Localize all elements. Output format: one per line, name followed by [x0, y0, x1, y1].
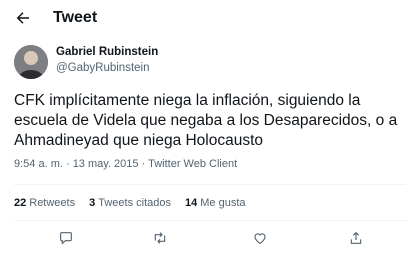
likes-stat[interactable]: 14 Me gusta	[185, 197, 246, 209]
arrow-left-icon	[16, 12, 29, 24]
retweet-icon	[154, 232, 166, 244]
quotes-label: Tweets citados	[98, 197, 171, 209]
comment-icon	[60, 232, 72, 245]
likes-label: Me gusta	[200, 197, 246, 209]
like-button[interactable]	[250, 228, 270, 248]
author-name[interactable]: Gabriel Rubinstein	[56, 46, 158, 58]
quotes-stat[interactable]: 3 Tweets citados	[89, 197, 171, 209]
author-handle[interactable]: @GabyRubinstein	[56, 62, 150, 74]
tweet-header: Tweet	[0, 0, 420, 36]
share-icon	[350, 232, 362, 244]
retweets-stat[interactable]: 22 Retweets	[14, 197, 75, 209]
page-title: Tweet	[53, 9, 98, 26]
reply-button[interactable]	[56, 228, 76, 248]
back-button[interactable]	[14, 9, 32, 27]
divider	[14, 184, 406, 185]
share-button[interactable]	[346, 228, 366, 248]
heart-icon	[254, 233, 266, 244]
avatar[interactable]	[14, 45, 48, 79]
avatar-image	[14, 45, 48, 79]
tweet-stats: 22 Retweets 3 Tweets citados 14 Me gusta	[14, 197, 260, 209]
retweets-label: Retweets	[29, 197, 76, 209]
retweets-count: 22	[14, 197, 27, 209]
tweet-text: CFK implícitamente niega la inflación, s…	[14, 92, 398, 149]
retweet-button[interactable]	[150, 228, 170, 248]
tweet-meta[interactable]: 9:54 a. m. · 13 may. 2015 · Twitter Web …	[14, 158, 237, 170]
likes-count: 14	[185, 197, 198, 209]
quotes-count: 3	[89, 197, 96, 209]
divider	[14, 220, 406, 221]
tweet-actions	[0, 228, 420, 248]
